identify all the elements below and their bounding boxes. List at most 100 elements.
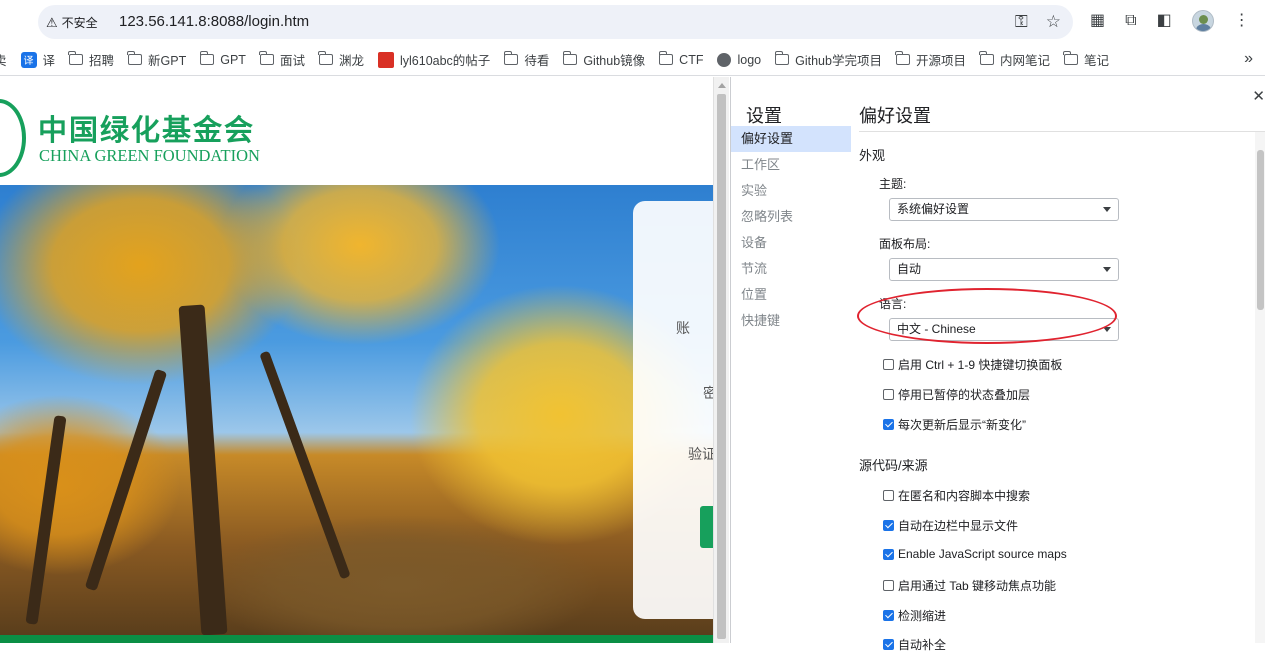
tree-trunk xyxy=(178,304,228,636)
bookmark-item[interactable]: logo xyxy=(710,47,768,73)
checkbox-box[interactable] xyxy=(883,548,894,560)
bookmark-item[interactable]: 内网笔记 xyxy=(973,47,1057,73)
bookmark-item[interactable]: Github镜像 xyxy=(556,47,652,73)
bookmark-item[interactable]: Github学完项目 xyxy=(768,47,889,73)
autocomplete-checkbox[interactable]: 自动补全 xyxy=(883,636,946,653)
extensions-icon[interactable]: ⧉ xyxy=(1125,8,1136,34)
checkbox-box[interactable] xyxy=(883,520,894,531)
red-favicon-icon xyxy=(377,51,394,68)
detect-indent-checkbox[interactable]: 检测缩进 xyxy=(883,607,946,624)
search-anonymous-checkbox[interactable]: 在匿名和内容脚本中搜索 xyxy=(883,487,1030,504)
page-scrollbar[interactable] xyxy=(713,77,729,643)
bookmark-item[interactable]: 开源项目 xyxy=(889,47,973,73)
site-logo-en: CHINA GREEN FOUNDATION xyxy=(39,146,260,165)
profile-avatar[interactable] xyxy=(1191,10,1214,32)
close-icon[interactable]: ✕ xyxy=(1252,87,1265,105)
bookmark-label: 开源项目 xyxy=(915,54,966,68)
checkbox-box[interactable] xyxy=(883,490,894,501)
checkbox-box[interactable] xyxy=(883,419,894,430)
checkbox-label: 启用通过 Tab 键移动焦点功能 xyxy=(898,579,1057,593)
url-text[interactable]: 123.56.141.8:8088/login.htm xyxy=(119,13,309,30)
menu-dots-icon[interactable]: ⋮ xyxy=(1234,8,1250,34)
bookmark-item[interactable]: GPT xyxy=(193,47,253,73)
reveal-file-checkbox[interactable]: 自动在边栏中显示文件 xyxy=(883,517,1018,534)
settings-title: 设置 xyxy=(746,106,782,126)
devtools-settings-panel: ✕ 设置 偏好设置 工作区 实验 忽略列表 设备 节流 位置 快捷键 偏好设置 … xyxy=(730,77,1265,652)
bookmark-item[interactable]: 译译 xyxy=(14,47,63,73)
globe-icon xyxy=(717,52,732,67)
bookmark-label: 面试 xyxy=(279,54,305,68)
bookmark-item[interactable]: 面试 xyxy=(253,47,312,73)
tab-focus-checkbox[interactable]: 启用通过 Tab 键移动焦点功能 xyxy=(883,577,1056,594)
warning-icon: ⚠ xyxy=(46,14,58,30)
side-panel-icon[interactable]: ◧ xyxy=(1157,8,1172,34)
scroll-up-icon[interactable] xyxy=(718,83,726,88)
folder-icon xyxy=(774,51,790,65)
settings-nav-preferences[interactable]: 偏好设置 xyxy=(731,126,851,152)
bookmark-item[interactable]: 招聘 xyxy=(62,47,121,73)
checkbox-label: 停用已暂停的状态叠加层 xyxy=(898,388,1031,402)
bookmark-item[interactable]: lyl610abc的帖子 xyxy=(371,47,497,73)
checkbox-box[interactable] xyxy=(883,639,894,650)
checkbox-box[interactable] xyxy=(883,359,894,370)
bookmark-label: 招聘 xyxy=(89,54,115,68)
source-maps-checkbox[interactable]: Enable JavaScript source maps xyxy=(883,547,1067,561)
footer-strip xyxy=(0,635,713,643)
checkbox-box[interactable] xyxy=(883,580,894,591)
scrollbar-thumb[interactable] xyxy=(1257,150,1264,310)
bookmark-item[interactable]: CTF xyxy=(652,47,710,73)
bookmark-label: 待看 xyxy=(524,54,550,68)
site-logo-cn: 中国绿化基金会 xyxy=(38,113,256,147)
bookmark-item[interactable]: 新GPT xyxy=(121,47,193,73)
folder-icon xyxy=(259,51,274,65)
site-header: 中国绿化基金会 CHINA GREEN FOUNDATION xyxy=(0,77,713,185)
settings-nav-devices[interactable]: 设备 xyxy=(731,230,851,256)
security-chip[interactable]: ⚠ 不安全 xyxy=(46,12,98,32)
checkbox-label: 自动补全 xyxy=(898,638,947,652)
layout-value: 自动 xyxy=(897,262,922,276)
settings-scrollbar[interactable] xyxy=(1255,132,1265,643)
webpage-viewport: 中国绿化基金会 CHINA GREEN FOUNDATION 账 密 验证 xyxy=(0,77,713,643)
sources-heading: 源代码/来源 xyxy=(859,458,928,473)
tree-branch xyxy=(259,350,351,580)
appearance-heading: 外观 xyxy=(859,148,886,163)
more-bookmarks-icon[interactable]: » xyxy=(1244,50,1253,68)
password-key-icon[interactable]: ⚿ xyxy=(1015,11,1028,33)
settings-nav-experiments[interactable]: 实验 xyxy=(731,178,851,204)
checkbox-label: 检测缩进 xyxy=(898,609,947,623)
address-bar[interactable]: ⚠ 不安全 123.56.141.8:8088/login.htm ⚿ ☆ xyxy=(38,5,1073,39)
folder-icon xyxy=(503,51,519,65)
bookmark-item[interactable]: 待看 xyxy=(497,47,556,73)
chevron-down-icon xyxy=(1103,207,1111,212)
checkbox-box[interactable] xyxy=(883,610,894,621)
bookmark-label: logo xyxy=(737,52,762,67)
login-button[interactable] xyxy=(700,506,713,548)
ctrl-shortcut-checkbox[interactable]: 启用 Ctrl + 1-9 快捷键切换面板 xyxy=(883,356,1062,373)
theme-value: 系统偏好设置 xyxy=(897,202,970,216)
settings-nav-workspace[interactable]: 工作区 xyxy=(731,152,851,178)
folder-icon xyxy=(1063,51,1078,65)
settings-nav-shortcuts[interactable]: 快捷键 xyxy=(731,308,851,334)
settings-nav-ignore-list[interactable]: 忽略列表 xyxy=(731,204,851,230)
divider xyxy=(859,131,1265,132)
panel-title: 偏好设置 xyxy=(859,106,931,126)
bookmark-partial[interactable]: 卖 xyxy=(0,47,14,73)
whats-new-checkbox[interactable]: 每次更新后显示“新变化” xyxy=(883,416,1026,433)
settings-nav-throttling[interactable]: 节流 xyxy=(731,256,851,282)
tree-branch xyxy=(25,415,67,625)
bookmark-item[interactable]: 笔记 xyxy=(1057,47,1116,73)
qr-code-icon[interactable]: ▦ xyxy=(1090,8,1105,34)
bookmark-star-icon[interactable]: ☆ xyxy=(1046,11,1061,33)
paused-overlay-checkbox[interactable]: 停用已暂停的状态叠加层 xyxy=(883,386,1030,403)
panel-layout-select[interactable]: 自动 xyxy=(889,258,1119,281)
hero-image xyxy=(0,185,713,636)
scrollbar-thumb[interactable] xyxy=(717,94,726,639)
settings-nav-locations[interactable]: 位置 xyxy=(731,282,851,308)
folder-icon xyxy=(68,51,84,65)
checkbox-label: 自动在边栏中显示文件 xyxy=(898,519,1019,533)
checkbox-label: 启用 Ctrl + 1-9 快捷键切换面板 xyxy=(898,358,1063,372)
checkbox-box[interactable] xyxy=(883,389,894,400)
bookmark-item[interactable]: 渊龙 xyxy=(312,47,371,73)
theme-select[interactable]: 系统偏好设置 xyxy=(889,198,1119,221)
settings-nav: 偏好设置 工作区 实验 忽略列表 设备 节流 位置 快捷键 xyxy=(731,126,851,334)
